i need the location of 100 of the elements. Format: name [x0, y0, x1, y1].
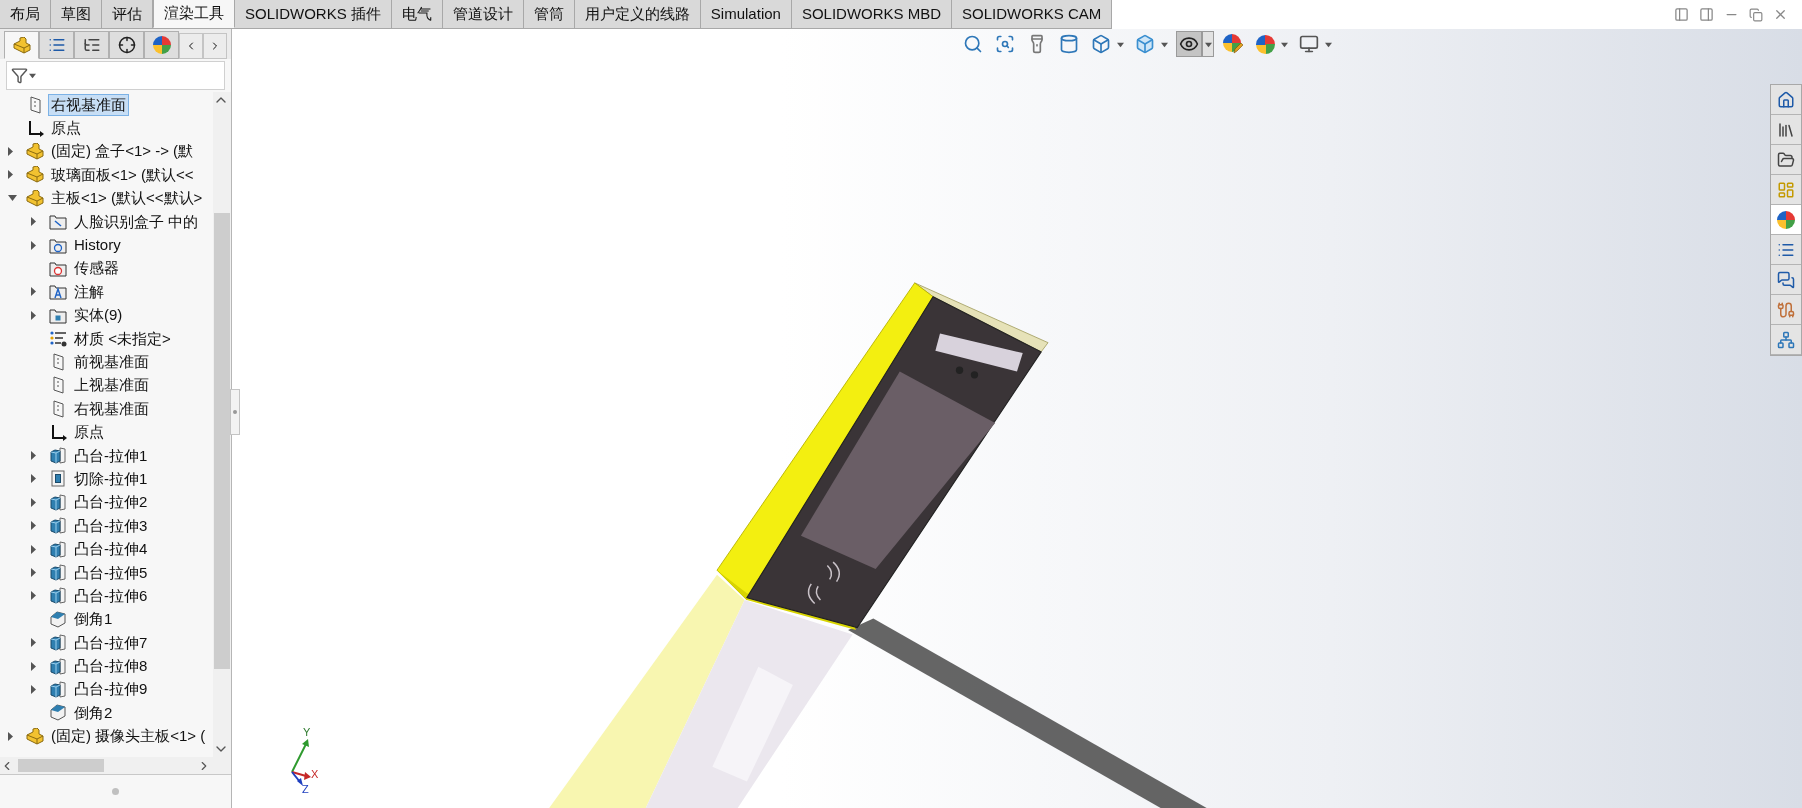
- expand-arrow-icon[interactable]: [8, 731, 13, 741]
- panel-collapse-handle[interactable]: [230, 389, 240, 435]
- extrude-icon: [49, 680, 67, 698]
- x-axis-arrow: [291, 771, 311, 780]
- plane-icon: [51, 376, 65, 395]
- tree-item[interactable]: 前视基准面: [71, 351, 152, 373]
- part-icon: [26, 166, 44, 184]
- tree-item[interactable]: 玻璃面板<1> (默认<<: [48, 163, 197, 186]
- tree-item[interactable]: (固定) 盒子<1> -> (默: [48, 140, 197, 163]
- folder-icon: [49, 213, 67, 231]
- expand-arrow-icon[interactable]: [31, 451, 36, 461]
- panel-tab[interactable]: [109, 31, 144, 59]
- tree-item[interactable]: 凸台-拉伸7: [71, 631, 151, 654]
- expand-arrow-icon[interactable]: [31, 661, 36, 671]
- tree-item[interactable]: 实体(9): [71, 304, 126, 327]
- tree-item[interactable]: 人脸识别盒子 中的: [71, 210, 202, 233]
- expand-arrow-icon[interactable]: [8, 170, 13, 180]
- vertical-scrollbar[interactable]: [213, 92, 231, 757]
- ribbon-tab[interactable]: 布局: [0, 0, 51, 28]
- ribbon-tab[interactable]: 评估: [102, 0, 153, 28]
- expand-arrow-icon[interactable]: [31, 591, 36, 601]
- ribbon-tab[interactable]: SOLIDWORKS 插件: [235, 0, 392, 28]
- extrude-icon: [49, 517, 67, 535]
- tree-item[interactable]: 上视基准面: [71, 374, 152, 397]
- tree-item[interactable]: History: [71, 234, 124, 257]
- tree-item[interactable]: 凸台-拉伸2: [71, 491, 151, 514]
- tree-item[interactable]: 材质 <未指定>: [71, 327, 174, 350]
- expand-arrow-icon[interactable]: [31, 217, 36, 227]
- view-toolbar-button[interactable]: [1176, 31, 1202, 57]
- ribbon-tab[interactable]: SOLIDWORKS CAM: [952, 0, 1113, 28]
- expand-arrow-icon[interactable]: [31, 544, 36, 554]
- cut-extrude-icon: [49, 470, 67, 488]
- expand-arrow-icon[interactable]: [31, 310, 36, 320]
- material-icon: [49, 330, 67, 348]
- tree-item[interactable]: 倒角2: [71, 701, 116, 724]
- tree-item[interactable]: 凸台-拉伸6: [71, 584, 151, 607]
- part-icon: [26, 189, 44, 207]
- dropdown-button[interactable]: [1202, 31, 1214, 57]
- tree-item[interactable]: 凸台-拉伸3: [71, 514, 151, 537]
- section-view-icon: [1059, 34, 1079, 54]
- horizontal-scrollbar[interactable]: [0, 757, 231, 774]
- tree-item[interactable]: (固定) 摄像头主板<1> (: [48, 725, 209, 748]
- ribbon-tab[interactable]: 草图: [51, 0, 102, 28]
- folder-icon: [49, 259, 67, 277]
- zoom-fit-icon: [963, 34, 983, 54]
- ribbon-tab[interactable]: SOLIDWORKS MBD: [791, 0, 953, 28]
- panel-tab[interactable]: [74, 31, 109, 59]
- axis-label: Y: [303, 726, 311, 738]
- tree-item[interactable]: 右视基准面: [48, 93, 129, 116]
- view-toolbar-button[interactable]: [1220, 31, 1246, 57]
- tree-item[interactable]: 注解: [71, 280, 107, 303]
- ribbon-tab[interactable]: 渲染工具: [153, 0, 235, 28]
- expand-arrow-icon[interactable]: [31, 474, 36, 484]
- expand-arrow-icon[interactable]: [31, 287, 36, 297]
- task-pane-tab[interactable]: [1771, 205, 1801, 235]
- tree-item[interactable]: 主板<1> (默认<<默认>: [48, 187, 206, 210]
- tree-item[interactable]: 倒角1: [71, 608, 116, 631]
- expand-arrow-icon[interactable]: [31, 521, 36, 531]
- close-icon[interactable]: [1773, 7, 1788, 22]
- extrude-icon: [49, 587, 67, 605]
- plane-icon: [51, 399, 65, 418]
- expand-arrow-icon[interactable]: [31, 240, 36, 250]
- caret-icon: [1160, 40, 1168, 48]
- expand-arrow-icon[interactable]: [8, 146, 13, 156]
- tree-item[interactable]: 原点: [71, 421, 107, 444]
- tree-item[interactable]: 凸台-拉伸1: [71, 444, 151, 467]
- splitter-grip-icon[interactable]: [112, 788, 119, 795]
- y-axis-arrow: [291, 739, 309, 773]
- tree-item[interactable]: 凸台-拉伸8: [71, 655, 151, 678]
- zoom-area-icon: [995, 34, 1015, 54]
- scrollbar-thumb[interactable]: [214, 213, 230, 669]
- configuration-tree-icon: [82, 36, 101, 54]
- tree-item[interactable]: 切除-拉伸1: [71, 467, 151, 490]
- tree-item[interactable]: 凸台-拉伸4: [71, 538, 151, 561]
- tree-item[interactable]: 凸台-拉伸5: [71, 561, 151, 584]
- property-list-icon: [47, 36, 66, 54]
- tree-item[interactable]: 右视基准面: [71, 397, 152, 420]
- tree-item[interactable]: 原点: [48, 117, 84, 140]
- ribbon-tab[interactable]: Simulation: [700, 0, 792, 28]
- expand-arrow-icon[interactable]: [31, 638, 36, 648]
- cable-icon: [1777, 300, 1795, 319]
- cube-icon: [1091, 34, 1111, 54]
- chamfer-icon: [49, 610, 67, 628]
- ribbon-tab[interactable]: 用户定义的线路: [574, 0, 701, 28]
- ribbon-tab[interactable]: 管道设计: [442, 0, 524, 28]
- restore-icon[interactable]: [1749, 7, 1763, 22]
- scrollbar-thumb[interactable]: [18, 759, 104, 772]
- tree-item[interactable]: 传感器: [71, 257, 122, 280]
- expand-arrow-icon[interactable]: [31, 684, 36, 694]
- panel-right-icon[interactable]: [1699, 7, 1714, 22]
- ribbon-tab[interactable]: 电气: [391, 0, 443, 28]
- axis-label: Z: [302, 783, 309, 794]
- expand-arrow-icon[interactable]: [31, 568, 36, 577]
- ribbon-tab[interactable]: 管筒: [523, 0, 575, 28]
- palette-icon: [1777, 180, 1795, 199]
- collapse-arrow-icon[interactable]: [8, 195, 17, 202]
- tree-item[interactable]: 凸台-拉伸9: [71, 678, 151, 701]
- expand-arrow-icon[interactable]: [31, 497, 36, 507]
- panel-left-icon[interactable]: [1674, 7, 1689, 22]
- caret-icon: [1324, 40, 1332, 48]
